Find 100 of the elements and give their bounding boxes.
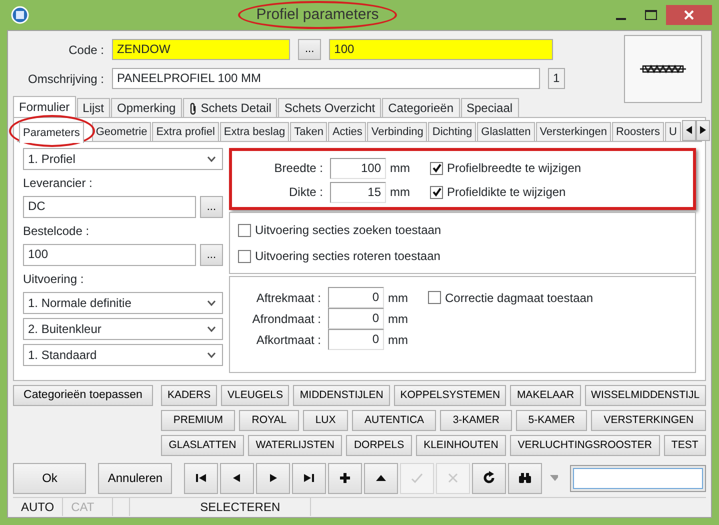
tab[interactable]: Categorieën	[382, 98, 460, 117]
arrow-right-icon	[700, 126, 706, 134]
dropdown[interactable]: 1. Profiel	[23, 148, 223, 170]
category-button[interactable]: 5-KAMER	[516, 410, 588, 431]
unit-label: mm	[388, 310, 408, 328]
category-button[interactable]: WISSELMIDDENSTIJL	[584, 385, 706, 406]
category-button[interactable]: DORPELS	[346, 435, 412, 456]
status-text: SELECTEREN	[130, 498, 312, 516]
checkmark-icon	[432, 187, 442, 197]
tab[interactable]: Extra beslag	[220, 122, 290, 141]
category-button[interactable]: PREMIUM	[161, 410, 236, 431]
arrow-left-icon	[686, 126, 692, 134]
category-button[interactable]: VERLUCHTINGSROOSTER	[510, 435, 660, 456]
text-field[interactable]: 100	[23, 244, 196, 266]
tab[interactable]: Schets Detail	[182, 98, 278, 117]
scroll-left-button[interactable]	[682, 120, 696, 141]
tab[interactable]: Verbinding	[367, 122, 428, 141]
toolbar-button[interactable]	[292, 462, 326, 494]
category-button[interactable]: MIDDENSTIJLEN	[293, 385, 390, 406]
close-icon	[684, 10, 694, 20]
tab-label: Schets Detail	[200, 100, 272, 117]
toolbar-button[interactable]	[328, 462, 362, 494]
code-field[interactable]: 100	[329, 39, 554, 60]
tab[interactable]: Dichting	[428, 122, 476, 141]
checkbox[interactable]	[428, 291, 441, 304]
cancel-button[interactable]: Annuleren	[98, 462, 172, 494]
scroll-right-button[interactable]	[696, 120, 710, 141]
tab[interactable]: Taken	[290, 122, 328, 141]
toolbar-button[interactable]	[220, 462, 254, 494]
chevron-down-icon	[207, 326, 216, 332]
number-field[interactable]: 0	[328, 308, 384, 329]
text-field[interactable]: DC	[23, 196, 196, 218]
binoculars-icon	[518, 471, 532, 485]
checkbox[interactable]	[238, 250, 251, 262]
category-button[interactable]: TEST	[664, 435, 706, 456]
tab[interactable]: Roosters	[612, 122, 664, 141]
toolbar-button[interactable]	[508, 462, 542, 494]
tab[interactable]: Speciaal	[460, 98, 519, 117]
browse-button[interactable]: ...	[200, 244, 223, 266]
toolbar-button[interactable]	[472, 462, 506, 494]
checkbox-label: Uitvoering secties roteren toestaan	[255, 248, 440, 265]
tab[interactable]: Extra profiel	[152, 122, 219, 141]
tab[interactable]: U	[664, 122, 681, 141]
tab[interactable]: Opmerking	[111, 98, 182, 117]
tab[interactable]: Versterkingen	[536, 122, 611, 141]
toolbar-button[interactable]	[364, 462, 398, 494]
category-button[interactable]: MAKELAAR	[510, 385, 581, 406]
number-field[interactable]: 0	[328, 287, 384, 308]
cross-icon	[446, 471, 460, 485]
category-button[interactable]: GLASLATTEN	[161, 435, 244, 456]
tab[interactable]: Glaslatten	[477, 122, 535, 141]
category-button[interactable]: VLEUGELS	[221, 385, 290, 406]
category-button[interactable]: VERSTERKINGEN	[591, 410, 706, 431]
tab[interactable]: Geometrie	[92, 122, 152, 141]
category-button[interactable]: AUTENTICA	[352, 410, 436, 431]
toolbar-button[interactable]	[184, 462, 218, 494]
checkbox[interactable]	[238, 224, 251, 236]
tab[interactable]: Lijst	[76, 98, 110, 117]
toolbar-button[interactable]	[256, 462, 290, 494]
browse-button[interactable]: ...	[298, 39, 322, 60]
field-label: Aftrekmaat :	[255, 290, 322, 306]
checkbox[interactable]	[430, 162, 443, 174]
apply-categories-button[interactable]: Categorieën toepassen	[13, 385, 153, 406]
field-label: Leverancier :	[23, 175, 94, 192]
last-icon	[302, 471, 316, 485]
status-text: CAT	[63, 498, 114, 516]
tab[interactable]: Acties	[328, 122, 366, 141]
check-icon	[410, 471, 424, 485]
field-label: Afkortmaat :	[255, 332, 322, 348]
category-button[interactable]: 3-KAMER	[440, 410, 512, 431]
checkbox[interactable]	[430, 186, 443, 198]
close-button[interactable]	[666, 5, 712, 25]
tab[interactable]: Formulier	[13, 96, 76, 117]
tab[interactable]: Parameters	[19, 122, 84, 143]
category-button[interactable]: KLEINHOUTEN	[416, 435, 506, 456]
chevron-down-icon	[207, 300, 216, 306]
number-field[interactable]: 100	[330, 158, 386, 178]
first-icon	[194, 471, 208, 485]
category-button[interactable]: KADERS	[161, 385, 218, 406]
category-button[interactable]: LUX	[302, 410, 348, 431]
number-field[interactable]: 15	[330, 182, 386, 202]
field-label: Uitvoering :	[23, 271, 85, 288]
description-field[interactable]: PANEELPROFIEL 100 MM	[112, 68, 540, 89]
number-field[interactable]: 0	[328, 329, 384, 350]
chevron-down-icon	[207, 352, 216, 358]
field-label: Breedte :	[273, 160, 324, 177]
category-button[interactable]: KOPPELSYSTEMEN	[394, 385, 506, 406]
unit-label: mm	[388, 290, 408, 306]
category-button[interactable]: WATERLIJSTEN	[248, 435, 342, 456]
tab[interactable]: Schets Overzicht	[278, 98, 382, 117]
search-field[interactable]	[573, 468, 703, 488]
dropdown[interactable]: 2. Buitenkleur	[23, 318, 223, 340]
unit-label: mm	[390, 184, 410, 201]
ok-button[interactable]: Ok	[13, 462, 86, 494]
category-button[interactable]: ROYAL	[239, 410, 299, 431]
dropdown[interactable]: 1. Standaard	[23, 344, 223, 366]
dropdown[interactable]: 1. Normale definitie	[23, 292, 223, 314]
code-field[interactable]: ZENDOW	[112, 39, 290, 60]
browse-button[interactable]: ...	[200, 196, 223, 218]
paperclip-icon	[188, 102, 197, 114]
